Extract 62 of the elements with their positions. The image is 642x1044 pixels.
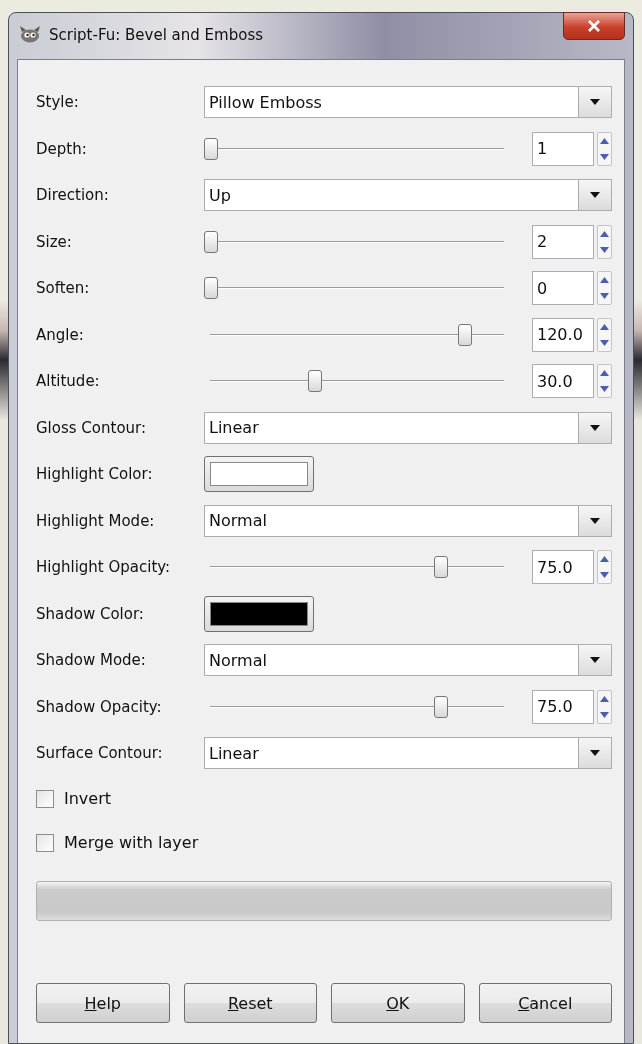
- spin-arrows[interactable]: [597, 131, 612, 166]
- slider-thumb[interactable]: [204, 230, 218, 253]
- field-label: Highlight Mode:: [35, 511, 156, 530]
- dropdown[interactable]: Up: [204, 179, 612, 212]
- number-input[interactable]: 30.0: [532, 364, 594, 399]
- dialog-button[interactable]: Cancel: [478, 983, 612, 1023]
- field-label: Angle:: [35, 325, 85, 344]
- slider-thumb[interactable]: [308, 370, 323, 393]
- close-icon: [587, 20, 601, 32]
- slider-thumb[interactable]: [204, 137, 218, 160]
- field-label: Size:: [35, 232, 73, 251]
- field-label: Gloss Contour:: [35, 418, 148, 437]
- dropdown-arrow-icon: [590, 750, 600, 757]
- dropdown-arrow-icon: [590, 657, 600, 664]
- close-button[interactable]: [563, 12, 625, 40]
- field-label: Style:: [35, 93, 80, 112]
- spin-arrows[interactable]: [597, 364, 612, 399]
- spin-arrows[interactable]: [597, 224, 612, 259]
- slider-thumb[interactable]: [457, 323, 472, 346]
- field-label: Shadow Mode:: [35, 651, 147, 670]
- dropdown-arrow-icon: [590, 192, 600, 199]
- checkbox[interactable]: [36, 789, 54, 808]
- field-label: Highlight Opacity:: [35, 558, 172, 577]
- spin-arrows[interactable]: [597, 550, 612, 585]
- spin-arrows[interactable]: [597, 317, 612, 352]
- dropdown-arrow-icon: [590, 424, 600, 431]
- color-button[interactable]: [204, 456, 314, 493]
- checkbox-label[interactable]: Invert: [64, 789, 112, 808]
- field-label: Shadow Opacity:: [35, 697, 163, 716]
- dialog-button[interactable]: OK: [331, 983, 465, 1023]
- color-button[interactable]: [204, 595, 314, 632]
- field-label: Altitude:: [35, 372, 101, 391]
- dropdown-arrow-icon: [590, 517, 600, 524]
- number-input[interactable]: 120.0: [532, 317, 594, 352]
- window-title: Script-Fu: Bevel and Emboss: [49, 26, 264, 44]
- field-label: Depth:: [35, 139, 88, 158]
- dropdown[interactable]: Linear: [204, 737, 612, 770]
- spin-arrows[interactable]: [597, 689, 612, 724]
- app-icon: [19, 25, 41, 43]
- number-input[interactable]: 2: [532, 224, 594, 259]
- checkbox-label[interactable]: Merge with layer: [64, 833, 199, 852]
- dropdown[interactable]: Linear: [204, 411, 612, 444]
- field-label: Highlight Color:: [35, 465, 154, 484]
- field-label: Soften:: [35, 279, 91, 298]
- number-input[interactable]: 1: [532, 131, 594, 166]
- spin-arrows[interactable]: [597, 271, 612, 306]
- dialog-button[interactable]: Reset: [183, 983, 317, 1023]
- dropdown-arrow-icon: [590, 99, 600, 106]
- dropdown[interactable]: Normal: [204, 644, 612, 677]
- field-label: Direction:: [35, 186, 110, 205]
- dialog-button[interactable]: Help: [36, 983, 170, 1023]
- dropdown[interactable]: Pillow Emboss: [204, 86, 612, 119]
- number-input[interactable]: 75.0: [532, 550, 594, 585]
- number-input[interactable]: 75.0: [532, 689, 594, 724]
- slider-thumb[interactable]: [433, 695, 448, 718]
- field-label: Surface Contour:: [35, 744, 164, 763]
- field-label: Shadow Color:: [35, 604, 145, 623]
- number-input[interactable]: 0: [532, 271, 594, 306]
- checkbox[interactable]: [36, 833, 54, 852]
- slider-thumb[interactable]: [433, 556, 448, 579]
- dropdown[interactable]: Normal: [204, 504, 612, 537]
- slider-thumb[interactable]: [204, 277, 218, 300]
